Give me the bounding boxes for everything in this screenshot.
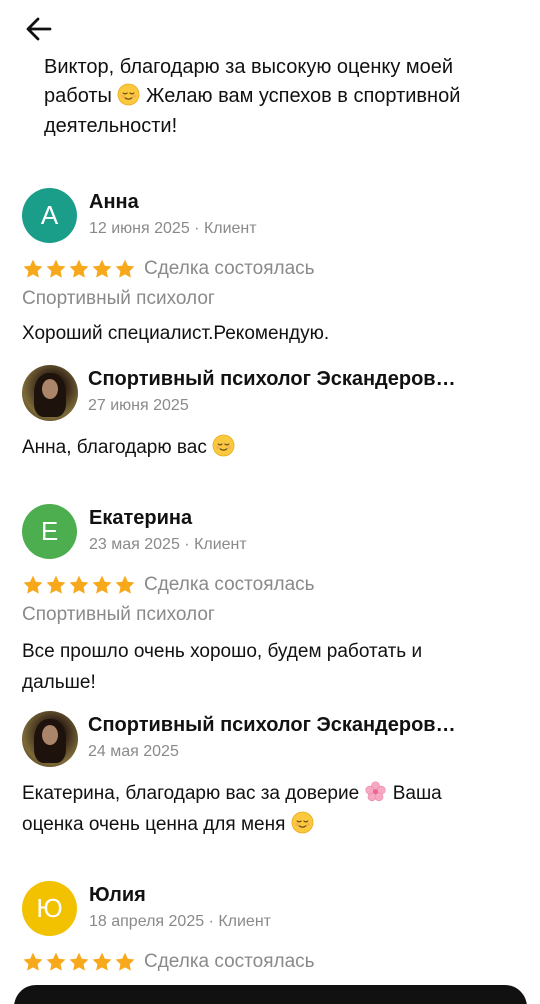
seller-reply: Спортивный психолог Эскандеров… 27 июня …	[22, 365, 500, 465]
service-category: Спортивный психолог	[22, 288, 215, 309]
avatar	[22, 365, 78, 421]
review-text: Все прошло очень хорошо, будем работать …	[22, 641, 423, 693]
star-icon	[22, 258, 44, 280]
star-icon	[45, 574, 67, 596]
star-icon	[91, 258, 113, 280]
top-bar	[0, 0, 540, 58]
reply-author[interactable]: Спортивный психолог Эскандеров…	[88, 368, 500, 391]
avatar: А	[22, 188, 77, 243]
star-icon	[68, 258, 90, 280]
review-card: Е Екатерина 23 мая 2025 · Клиент Сделка …	[22, 504, 522, 694]
star-icon	[45, 951, 67, 973]
star-rating	[22, 951, 136, 973]
reply-date: 24 мая 2025	[88, 743, 179, 760]
reply-text: Екатерина, благодарю вас за доверие Ваша…	[22, 778, 492, 840]
deal-status: Сделка состоялась	[144, 258, 315, 279]
review-author: Юлия	[89, 884, 146, 906]
relieved-face-icon	[212, 434, 235, 457]
service-category: Спортивный психолог	[22, 604, 215, 625]
avatar: Ю	[22, 881, 77, 936]
avatar	[22, 711, 78, 767]
seller-reply: Спортивный психолог Эскандеров… 24 мая 2…	[22, 711, 500, 851]
previous-reply-text: Виктор, благодарю за высокую оценку моей…	[44, 58, 461, 137]
review-meta: 18 апреля 2025 · Клиент	[89, 913, 271, 930]
star-icon	[114, 574, 136, 596]
reply-date: 27 июня 2025	[88, 397, 189, 414]
relieved-face-icon	[291, 811, 314, 834]
star-icon	[22, 951, 44, 973]
reply-text: Анна, благодарю вас	[22, 432, 492, 463]
star-icon	[114, 951, 136, 973]
rating-row: Сделка состоялась	[22, 572, 315, 598]
relieved-face-icon	[117, 83, 140, 106]
rating-row: Сделка состоялась	[22, 256, 315, 282]
star-icon	[91, 574, 113, 596]
star-icon	[91, 951, 113, 973]
deal-status: Сделка состоялась	[144, 951, 315, 972]
bottom-action-bar[interactable]	[14, 985, 527, 1004]
review-author: Екатерина	[89, 507, 193, 529]
review-text: Хороший специалист.Рекомендую.	[22, 323, 330, 344]
star-rating	[22, 574, 136, 596]
star-icon	[45, 258, 67, 280]
review-author: Анна	[89, 191, 139, 213]
avatar: Е	[22, 504, 77, 559]
star-icon	[68, 951, 90, 973]
reply-author[interactable]: Спортивный психолог Эскандеров…	[88, 714, 500, 737]
deal-status: Сделка состоялась	[144, 574, 315, 595]
star-icon	[114, 258, 136, 280]
star-rating	[22, 258, 136, 280]
arrow-left-icon	[26, 17, 52, 41]
star-icon	[22, 574, 44, 596]
rating-row: Сделка состоялась	[22, 949, 315, 975]
cherry-blossom-icon	[364, 780, 387, 803]
back-button[interactable]	[22, 12, 56, 46]
review-meta: 23 мая 2025 · Клиент	[89, 536, 247, 553]
star-icon	[68, 574, 90, 596]
review-meta: 12 июня 2025 · Клиент	[89, 220, 257, 237]
review-card: Ю Юлия 18 апреля 2025 · Клиент Сделка со…	[22, 881, 522, 981]
